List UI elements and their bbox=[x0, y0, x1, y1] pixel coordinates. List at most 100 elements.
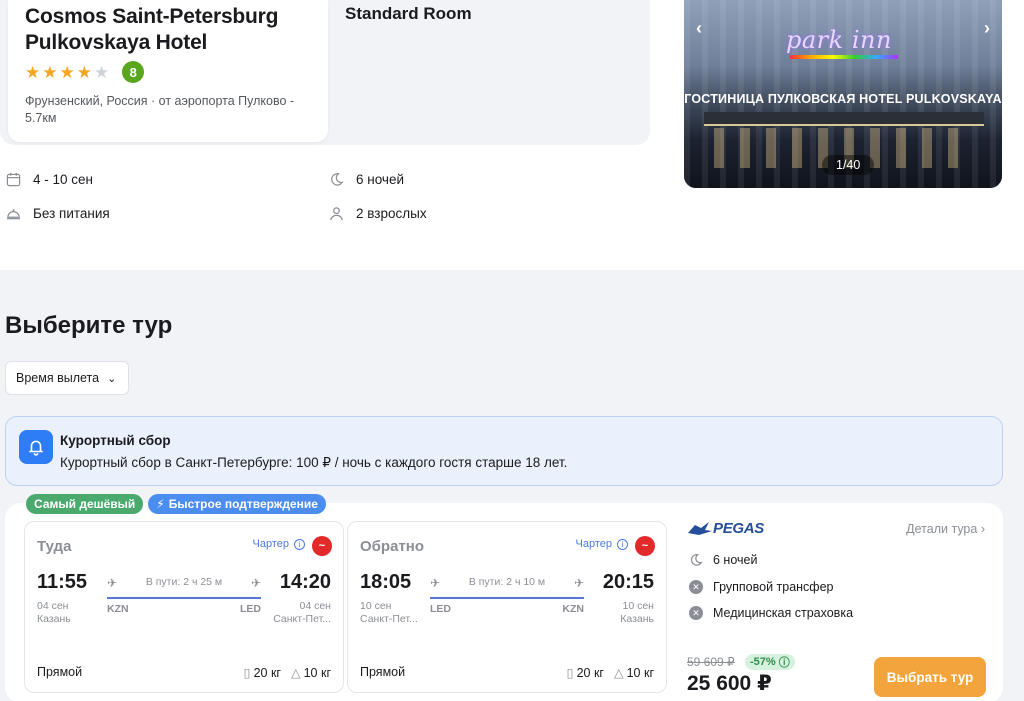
route-line bbox=[430, 597, 584, 599]
feature-nights: 6 ночей bbox=[689, 553, 757, 567]
fact-guests: 2 взрослых bbox=[329, 206, 427, 221]
fact-nights: 6 ночей bbox=[329, 172, 404, 187]
info-icon[interactable]: i bbox=[294, 538, 305, 550]
hotel-photo-gallery[interactable]: park inn ГОСТИНИЦА ПУЛКОВСКАЯ HOTEL PULK… bbox=[684, 0, 1002, 188]
arrival-date: 04 сен bbox=[299, 600, 332, 612]
route-line bbox=[107, 597, 261, 599]
flight-duration: В пути: 2 ч 10 м bbox=[468, 576, 546, 588]
departure-time-filter[interactable]: Время вылета ⌄ bbox=[5, 361, 130, 395]
moon-icon bbox=[689, 553, 703, 567]
arrival-date-city: 10 сен Казань bbox=[620, 600, 654, 626]
section-title: Выберите тур bbox=[5, 312, 173, 339]
leg-title: Обратно bbox=[360, 538, 425, 555]
arrival-airport-code: KZN bbox=[562, 603, 584, 615]
direct-flight-label: Прямой bbox=[37, 665, 83, 679]
departure-date-city: 10 сен Санкт-Пет... bbox=[360, 600, 418, 626]
airline-logo-icon: ~ bbox=[635, 536, 655, 556]
discount-badge[interactable]: -57% ⓘ bbox=[745, 654, 795, 670]
charter-label[interactable]: Чартер i bbox=[576, 538, 628, 550]
guests-value: 2 взрослых bbox=[356, 206, 427, 221]
departure-time: 11:55 bbox=[37, 571, 88, 593]
landing-icon: ✈ bbox=[573, 576, 584, 590]
star-icon: ★ bbox=[76, 62, 92, 82]
star-icon: ★ bbox=[25, 62, 41, 82]
hotel-name-line2: Pulkovskaya Hotel bbox=[25, 31, 208, 54]
landing-icon: ✈ bbox=[250, 576, 261, 590]
departure-time: 18:05 bbox=[360, 571, 412, 593]
feature-insurance-text: Медицинская страховка bbox=[713, 606, 854, 620]
hand-luggage: △ 10 кг bbox=[291, 665, 331, 680]
baggage-info: ▯ 20 кг △ 10 кг bbox=[244, 665, 331, 680]
entrance-canopy bbox=[704, 112, 984, 126]
notice-text: Курортный сбор в Санкт-Петербурге: 100 ₽… bbox=[60, 455, 568, 470]
offer-badges: Самый дешёвый ⚡ Быстрое подтверждение bbox=[26, 494, 326, 514]
baggage-info: ▯ 20 кг △ 10 кг bbox=[567, 665, 654, 680]
checked-baggage-weight: 20 кг bbox=[576, 666, 604, 680]
hand-luggage-weight: 10 кг bbox=[626, 666, 654, 680]
logo-rainbow-stripe bbox=[790, 55, 898, 59]
bag-icon: △ bbox=[613, 666, 624, 680]
park-inn-logo: park inn bbox=[786, 26, 892, 54]
flight-duration: В пути: 2 ч 25 м bbox=[145, 576, 223, 588]
checked-baggage-weight: 20 кг bbox=[253, 666, 281, 680]
hotel-sign: ГОСТИНИЦА ПУЛКОВСКАЯ HOTEL PULKOVSKAYA bbox=[684, 92, 1002, 106]
food-cloche-icon bbox=[6, 209, 21, 220]
current-price: 25 600 ₽ bbox=[687, 672, 772, 695]
departure-city: Казань bbox=[37, 613, 71, 625]
fact-dates: 4 - 10 сен bbox=[6, 172, 93, 187]
person-icon bbox=[330, 207, 343, 221]
checked-baggage: ▯ 20 кг bbox=[567, 665, 604, 680]
fact-meal: Без питания bbox=[6, 206, 110, 221]
bell-icon bbox=[19, 430, 53, 464]
gallery-prev-icon[interactable]: ‹ bbox=[696, 18, 702, 39]
info-icon: ⓘ bbox=[778, 657, 790, 669]
cross-circle-icon: ✕ bbox=[689, 580, 703, 594]
star-icon: ★ bbox=[42, 62, 58, 82]
tour-offer-card[interactable]: Туда Чартер i ~ 11:55 14:20 04 сен Казань … bbox=[5, 503, 1003, 701]
arrival-date: 10 сен bbox=[622, 600, 655, 612]
arrival-date-city: 04 сен Санкт-Пет... bbox=[273, 600, 331, 626]
old-price: 59 609 ₽ bbox=[687, 655, 735, 669]
charter-text: Чартер bbox=[252, 538, 289, 550]
review-score-badge: 8 bbox=[122, 61, 145, 83]
discount-value: -57% bbox=[750, 656, 776, 668]
chevron-right-icon: › bbox=[980, 522, 985, 536]
arrival-city: Казань bbox=[620, 613, 654, 625]
filter-label: Время вылета bbox=[16, 371, 100, 385]
feature-transfer-text: Групповой трансфер bbox=[713, 580, 834, 594]
airline-logo-icon: ~ bbox=[312, 536, 332, 556]
meal-value: Без питания bbox=[33, 206, 110, 221]
suitcase-icon: ▯ bbox=[566, 666, 574, 680]
cross-mark: ✕ bbox=[689, 606, 703, 620]
gallery-next-icon[interactable]: › bbox=[984, 18, 990, 39]
outbound-flight[interactable]: Туда Чартер i ~ 11:55 14:20 04 сен Казань … bbox=[24, 521, 344, 693]
hand-luggage: △ 10 кг bbox=[614, 665, 654, 680]
cross-mark: ✕ bbox=[689, 580, 703, 594]
offer-summary: PEGAS Детали тура › 6 ночей ✕ Групповой … bbox=[685, 503, 1003, 701]
moon-icon bbox=[331, 173, 344, 186]
star-icon: ★ bbox=[59, 62, 75, 82]
pegas-horse-icon bbox=[688, 521, 712, 535]
checked-baggage: ▯ 20 кг bbox=[244, 665, 281, 680]
details-link-text: Детали тура bbox=[906, 522, 978, 536]
select-tour-button[interactable]: Выбрать тур bbox=[874, 657, 986, 697]
tour-details-link[interactable]: Детали тура › bbox=[906, 522, 985, 536]
hotel-card[interactable]: Cosmos Saint-Petersburg Pulkovskaya Hote… bbox=[8, 0, 328, 142]
arrival-time: 14:20 bbox=[279, 571, 331, 593]
hand-luggage-weight: 10 кг bbox=[303, 666, 331, 680]
info-icon[interactable]: i bbox=[617, 538, 628, 550]
flight-route: ✈ В пути: 2 ч 25 м ✈ KZN LED bbox=[107, 576, 261, 616]
leg-title: Туда bbox=[37, 538, 72, 555]
hotel-header: Cosmos Saint-Petersburg Pulkovskaya Hote… bbox=[0, 0, 1024, 270]
hotel-name[interactable]: Cosmos Saint-Petersburg Pulkovskaya Hote… bbox=[25, 4, 311, 56]
arrival-time: 20:15 bbox=[602, 571, 654, 593]
departure-date-city: 04 сен Казань bbox=[37, 600, 71, 626]
nights-value: 6 ночей bbox=[356, 172, 405, 187]
charter-label[interactable]: Чартер i bbox=[253, 538, 305, 550]
star-icon: ★ bbox=[94, 62, 110, 82]
return-flight[interactable]: Обратно Чартер i ~ 18:05 20:15 10 сен Санк… bbox=[347, 521, 667, 693]
tour-operator-name: PEGAS bbox=[713, 520, 765, 537]
departure-airport-code: LED bbox=[430, 603, 451, 615]
departure-date: 04 сен bbox=[37, 600, 69, 612]
hotel-location: Фрунзенский, Россия · от аэропорта Пулко… bbox=[25, 93, 311, 127]
